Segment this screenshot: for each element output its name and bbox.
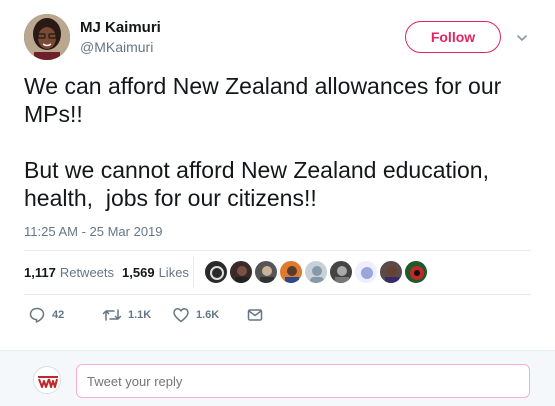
reply-input[interactable] [76, 364, 530, 398]
liker-avatar[interactable] [354, 260, 378, 284]
retweets-label: Retweets [59, 264, 115, 280]
liker-avatar[interactable] [304, 260, 328, 284]
liker-avatar[interactable] [329, 260, 353, 284]
reply-action[interactable]: 42 [28, 305, 64, 325]
likes-count: 1,569 [122, 264, 155, 280]
like-action[interactable]: 1.6K [172, 305, 219, 325]
author-handle[interactable]: @MKaimuri [80, 39, 153, 55]
follow-button[interactable]: Follow [405, 21, 501, 53]
likes-stat[interactable]: 1,569 Likes [122, 265, 189, 280]
likes-label: Likes [158, 264, 189, 280]
tweet-stats: 1,117 Retweets 1,569 Likes [24, 260, 197, 284]
liker-avatar[interactable] [204, 260, 228, 284]
liker-avatar[interactable] [279, 260, 303, 284]
retweet-action[interactable]: 1.1K [102, 305, 151, 325]
retweet-count: 1.1K [128, 309, 152, 321]
reply-bar [0, 350, 555, 406]
divider [193, 257, 194, 287]
retweets-count: 1,117 [24, 264, 56, 280]
liker-avatar[interactable] [404, 260, 428, 284]
user-avatar[interactable] [33, 366, 61, 394]
like-icon [172, 306, 190, 324]
liker-avatar[interactable] [229, 260, 253, 284]
reply-icon [28, 306, 46, 324]
liker-avatar[interactable] [379, 260, 403, 284]
retweets-stat[interactable]: 1,117 Retweets [24, 265, 114, 280]
liker-avatar[interactable] [254, 260, 278, 284]
like-count: 1.6K [196, 309, 220, 321]
tweet-text: We can afford New Zealand allowances for… [24, 72, 544, 212]
tweet-header: MJ Kaimuri @MKaimuri Follow [24, 14, 534, 64]
retweet-icon [102, 306, 122, 324]
tweet-paragraph: We can afford New Zealand allowances for… [24, 73, 508, 127]
message-icon [246, 306, 264, 324]
divider [24, 294, 531, 295]
tweet-timestamp[interactable]: 11:25 AM - 25 Mar 2019 [24, 224, 163, 239]
chevron-down-icon[interactable] [514, 30, 530, 46]
author-avatar[interactable] [24, 14, 70, 60]
tweet-paragraph: But we cannot afford New Zealand educati… [24, 157, 496, 211]
divider [24, 250, 531, 251]
message-action[interactable] [246, 305, 264, 325]
reply-count: 42 [52, 309, 65, 321]
author-name[interactable]: MJ Kaimuri [80, 19, 161, 36]
